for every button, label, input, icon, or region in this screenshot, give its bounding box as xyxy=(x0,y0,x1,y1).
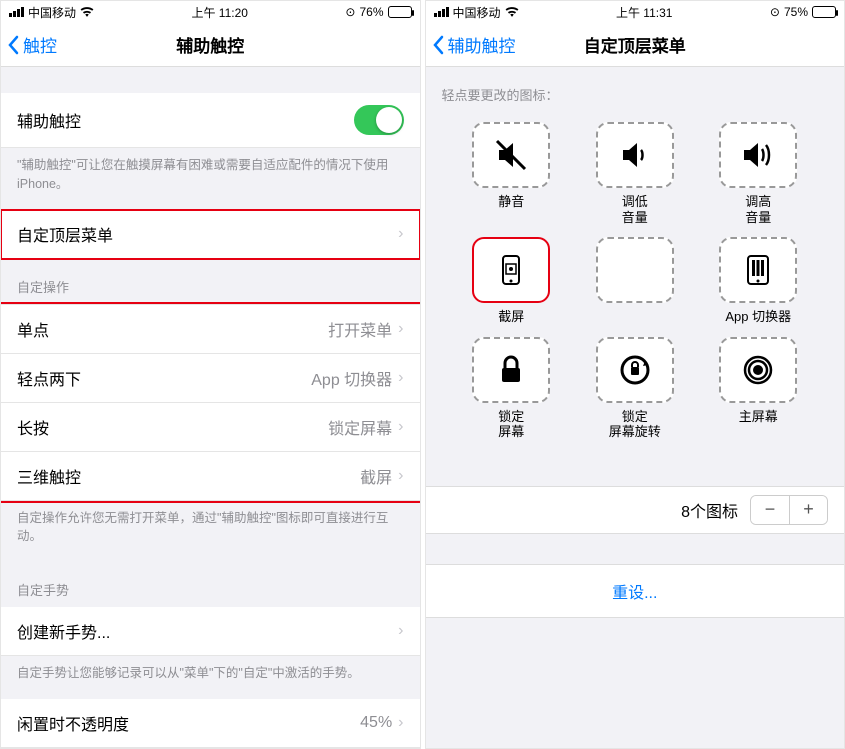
status-bar: 中国移动 上午 11:31 ⊙ 75% xyxy=(426,1,845,23)
opacity-label: 闲置时不透明度 xyxy=(17,711,129,735)
create-gesture-row[interactable]: 创建新手势... › xyxy=(1,607,420,656)
volume-up-icon xyxy=(738,135,778,175)
screen-assistivetouch: 中国移动 上午 11:20 ⊙ 76% 触控 辅助触控 辅助触控 "辅助触控"可… xyxy=(0,0,421,749)
assistivetouch-toggle-row[interactable]: 辅助触控 xyxy=(1,93,420,148)
screenshot-icon xyxy=(491,250,531,290)
action-label: 轻点两下 xyxy=(17,366,81,390)
battery-percent: 75% xyxy=(784,5,808,19)
chevron-right-icon: › xyxy=(398,714,403,732)
grid-item-mute[interactable]: 静音 xyxy=(472,122,550,225)
icon-label: 调低 音量 xyxy=(622,194,648,225)
action-double-tap-row[interactable]: 轻点两下 App 切换器 › xyxy=(1,354,420,403)
signal-icon xyxy=(434,7,449,17)
action-value: App 切换器 xyxy=(311,366,392,390)
battery-icon xyxy=(812,6,836,18)
action-long-press-row[interactable]: 长按 锁定屏幕 › xyxy=(1,403,420,452)
hint-label: 轻点要更改的图标： xyxy=(426,67,845,112)
status-bar: 中国移动 上午 11:20 ⊙ 76% xyxy=(1,1,420,23)
chevron-right-icon: › xyxy=(398,320,403,338)
idle-opacity-row[interactable]: 闲置时不透明度 45% › xyxy=(1,699,420,748)
empty-slot xyxy=(596,237,674,303)
back-label: 辅助触控 xyxy=(448,32,516,57)
alarm-icon: ⊙ xyxy=(770,5,780,19)
icon-label: 主屏幕 xyxy=(739,409,778,425)
action-single-tap-row[interactable]: 单点 打开菜单 › xyxy=(1,304,420,354)
battery-icon xyxy=(388,6,412,18)
icon-label: 调高 音量 xyxy=(745,194,771,225)
volume-down-icon xyxy=(615,135,655,175)
chevron-right-icon: › xyxy=(398,369,403,387)
screen-customize-menu: 中国移动 上午 11:31 ⊙ 75% 辅助触控 自定顶层菜单 轻点要更改的图标… xyxy=(425,0,845,749)
icon-grid: 静音 调低 音量 调高 音量 截屏 xyxy=(426,112,845,456)
grid-item-app-switcher[interactable]: App 切换器 xyxy=(719,237,797,325)
icon-label: App 切换器 xyxy=(725,309,791,325)
opacity-value: 45% xyxy=(360,714,392,732)
grid-item-rotation-lock[interactable]: 锁定 屏幕旋转 xyxy=(596,337,674,440)
grid-item-screenshot[interactable]: 截屏 xyxy=(472,237,550,325)
grid-item-empty[interactable] xyxy=(596,237,674,325)
chevron-right-icon: › xyxy=(398,467,403,485)
action-value: 截屏 xyxy=(360,464,392,488)
toggle-footer: "辅助触控"可让您在触摸屏幕有困难或需要自适应配件的情况下使用 iPhone。 xyxy=(1,148,420,210)
customize-top-menu-row[interactable]: 自定顶层菜单 › xyxy=(1,210,420,259)
stepper-plus-button[interactable]: + xyxy=(789,496,827,524)
grid-item-lock-screen[interactable]: 锁定 屏幕 xyxy=(472,337,550,440)
time-label: 上午 11:31 xyxy=(616,4,672,21)
chevron-right-icon: › xyxy=(398,622,403,640)
wifi-icon xyxy=(80,5,94,20)
action-label: 长按 xyxy=(17,415,49,439)
gesture-footer: 自定手势让您能够记录可以从"菜单"下的"自定"中激活的手势。 xyxy=(1,656,420,699)
section-custom-actions: 自定操作 xyxy=(1,259,420,304)
icon-count-label: 8个图标 xyxy=(681,498,738,522)
icon-label: 锁定 屏幕 xyxy=(498,409,524,440)
toggle-label: 辅助触控 xyxy=(17,108,81,132)
home-icon xyxy=(738,350,778,390)
alarm-icon: ⊙ xyxy=(345,5,355,19)
nav-bar: 触控 辅助触控 xyxy=(1,23,420,67)
grid-item-volume-up[interactable]: 调高 音量 xyxy=(719,122,797,225)
lock-screen-icon xyxy=(491,350,531,390)
back-button[interactable]: 辅助触控 xyxy=(426,32,516,57)
carrier-label: 中国移动 xyxy=(453,4,501,21)
icon-count-stepper[interactable]: − + xyxy=(750,495,828,525)
page-title: 自定顶层菜单 xyxy=(584,32,686,57)
signal-icon xyxy=(9,7,24,17)
battery-percent: 76% xyxy=(359,5,383,19)
rotation-lock-icon xyxy=(615,350,655,390)
grid-item-home[interactable]: 主屏幕 xyxy=(719,337,797,440)
action-label: 三维触控 xyxy=(17,464,81,488)
chevron-right-icon: › xyxy=(398,418,403,436)
nav-bar: 辅助触控 自定顶层菜单 xyxy=(426,23,845,67)
create-gesture-label: 创建新手势... xyxy=(17,619,110,643)
action-value: 打开菜单 xyxy=(328,317,392,341)
chevron-right-icon: › xyxy=(398,225,403,243)
stepper-minus-button[interactable]: − xyxy=(751,496,789,524)
action-3d-touch-row[interactable]: 三维触控 截屏 › xyxy=(1,452,420,501)
grid-item-volume-down[interactable]: 调低 音量 xyxy=(596,122,674,225)
icon-count-row: 8个图标 − + xyxy=(426,486,845,534)
custom-menu-label: 自定顶层菜单 xyxy=(17,222,113,246)
action-label: 单点 xyxy=(17,317,49,341)
reset-button[interactable]: 重设... xyxy=(426,564,845,618)
section-custom-gestures: 自定手势 xyxy=(1,562,420,607)
wifi-icon xyxy=(505,5,519,20)
icon-label: 截屏 xyxy=(498,309,524,325)
mute-icon xyxy=(491,135,531,175)
time-label: 上午 11:20 xyxy=(191,4,247,21)
icon-label: 静音 xyxy=(498,194,524,210)
actions-footer: 自定操作允许您无需打开菜单，通过"辅助触控"图标即可直接进行互动。 xyxy=(1,501,420,563)
reset-label: 重设... xyxy=(612,585,657,602)
app-switcher-icon xyxy=(738,250,778,290)
back-label: 触控 xyxy=(23,32,57,57)
page-title: 辅助触控 xyxy=(176,32,244,57)
action-value: 锁定屏幕 xyxy=(328,415,392,439)
carrier-label: 中国移动 xyxy=(28,4,76,21)
back-button[interactable]: 触控 xyxy=(1,32,57,57)
toggle-switch[interactable] xyxy=(354,105,404,135)
icon-label: 锁定 屏幕旋转 xyxy=(609,409,661,440)
